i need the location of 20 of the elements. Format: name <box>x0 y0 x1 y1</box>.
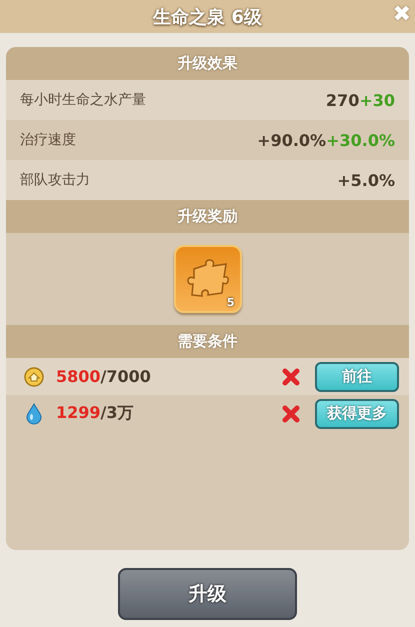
reward-tile[interactable]: 5 <box>174 245 242 313</box>
section-heading: 升级效果 <box>6 47 409 80</box>
effect-value: 270+30 <box>326 90 395 110</box>
puzzle-piece-icon <box>186 259 230 299</box>
action-button[interactable]: 获得更多 <box>315 398 399 428</box>
close-button[interactable]: ✖ <box>392 2 411 27</box>
window-title: 生命之泉 6级 <box>153 6 262 28</box>
coin-icon <box>24 366 44 386</box>
requirement-amount: 5800/7000 <box>56 367 152 386</box>
action-button[interactable]: 前往 <box>315 362 399 392</box>
water-drop-icon <box>24 402 44 424</box>
effect-label: 治疗速度 <box>20 131 77 149</box>
section-heading: 升级奖励 <box>6 200 409 233</box>
effect-label: 部队攻击力 <box>20 171 91 189</box>
section-heading: 需要条件 <box>6 325 409 358</box>
requirement-amount: 1299/3万 <box>56 403 135 424</box>
reward-count: 5 <box>226 296 234 309</box>
effect-label: 每小时生命之水产量 <box>20 91 147 109</box>
effect-value: +90.0%+30.0% <box>257 130 395 150</box>
effect-value: +5.0% <box>337 170 395 190</box>
